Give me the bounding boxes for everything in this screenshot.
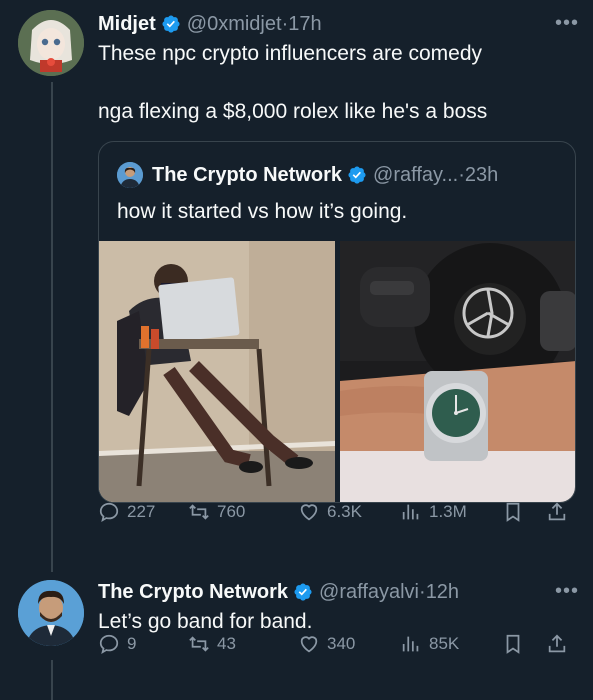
verified-badge-icon bbox=[347, 165, 367, 185]
share-button[interactable] bbox=[546, 501, 575, 523]
separator-dot: · bbox=[419, 580, 426, 603]
tweet-text-line2: nga flexing a $8,000 rolex like he's a b… bbox=[98, 100, 488, 123]
views-button[interactable]: 1.3M bbox=[400, 501, 467, 523]
repost-icon bbox=[189, 636, 209, 652]
photo-rolex-steering-wheel-image bbox=[340, 241, 575, 502]
views-button[interactable]: 85K bbox=[400, 633, 459, 655]
more-options-button[interactable]: ••• bbox=[555, 580, 579, 603]
analytics-icon bbox=[402, 504, 419, 520]
repost-count: 43 bbox=[217, 634, 236, 653]
analytics-icon bbox=[402, 636, 419, 652]
person-avatar-icon bbox=[18, 580, 84, 646]
repost-count: 760 bbox=[217, 502, 246, 521]
quote-text: how it started vs how it’s going. bbox=[117, 200, 408, 223]
like-button[interactable]: 340 bbox=[298, 633, 355, 655]
verified-badge-icon bbox=[293, 582, 313, 602]
avatar[interactable] bbox=[18, 580, 84, 646]
heart-icon bbox=[300, 636, 318, 653]
bookmark-icon bbox=[506, 634, 520, 654]
reply-button[interactable]: 227 bbox=[98, 501, 155, 523]
reply-count: 9 bbox=[127, 634, 137, 653]
quote-image-left[interactable] bbox=[99, 241, 335, 502]
author-name[interactable]: The Crypto Network bbox=[98, 581, 288, 604]
tweet-reply[interactable]: The Crypto Network @raffayalvi · 12h •••… bbox=[98, 578, 579, 635]
tweet-text-line1: These npc crypto influencers are comedy bbox=[98, 42, 483, 65]
anime-avatar-icon bbox=[18, 10, 84, 76]
photo-laptop-on-chair-image bbox=[99, 241, 335, 502]
view-count: 1.3M bbox=[429, 502, 467, 521]
bookmark-icon bbox=[506, 502, 520, 522]
bookmark-button[interactable] bbox=[502, 633, 531, 655]
verified-badge-icon bbox=[161, 14, 181, 34]
reply-count: 227 bbox=[127, 502, 156, 521]
like-count: 340 bbox=[327, 634, 356, 653]
separator-dot: · bbox=[458, 163, 465, 186]
reply-icon bbox=[99, 634, 119, 655]
reply-button[interactable]: 9 bbox=[98, 633, 136, 655]
tweet-primary[interactable]: Midjet @0xmidjet · 17h ••• These npc cry… bbox=[98, 10, 579, 125]
quote-image-right[interactable] bbox=[340, 241, 575, 502]
view-count: 85K bbox=[429, 634, 460, 653]
timestamp[interactable]: 12h bbox=[426, 581, 459, 604]
separator-dot: · bbox=[281, 12, 289, 35]
author-name[interactable]: Midjet bbox=[98, 13, 156, 36]
tweet-text: Let’s go band for band. bbox=[98, 610, 313, 633]
quote-timestamp: 23h bbox=[464, 163, 499, 186]
like-count: 6.3K bbox=[327, 502, 362, 521]
repost-icon bbox=[189, 504, 209, 520]
like-button[interactable]: 6.3K bbox=[298, 501, 362, 523]
share-icon bbox=[548, 502, 566, 521]
quote-avatar bbox=[117, 162, 143, 188]
author-handle[interactable]: @raffayalvi bbox=[319, 581, 419, 604]
bookmark-button[interactable] bbox=[502, 501, 531, 523]
tweet-header: Midjet @0xmidjet · 17h bbox=[98, 10, 579, 38]
share-icon bbox=[548, 634, 566, 653]
more-options-button[interactable]: ••• bbox=[555, 12, 579, 35]
quote-author-handle: @raffay... bbox=[373, 163, 459, 186]
quoted-tweet-card[interactable]: The Crypto Network @raffay... · 23h how … bbox=[98, 141, 576, 503]
tweet-header: The Crypto Network @raffayalvi · 12h bbox=[98, 578, 579, 606]
quote-header: The Crypto Network @raffay... · 23h bbox=[117, 162, 498, 188]
repost-button[interactable]: 43 bbox=[188, 633, 236, 655]
avatar[interactable] bbox=[18, 10, 84, 76]
repost-button[interactable]: 760 bbox=[188, 501, 245, 523]
share-button[interactable] bbox=[546, 633, 575, 655]
reply-icon bbox=[99, 502, 119, 523]
author-handle[interactable]: @0xmidjet bbox=[187, 13, 282, 36]
thread-connector-line bbox=[51, 660, 53, 700]
thread-connector-line bbox=[51, 82, 53, 572]
timestamp[interactable]: 17h bbox=[288, 13, 321, 36]
heart-icon bbox=[300, 504, 318, 521]
person-avatar-icon bbox=[117, 162, 143, 188]
quote-author-name: The Crypto Network bbox=[152, 163, 343, 186]
